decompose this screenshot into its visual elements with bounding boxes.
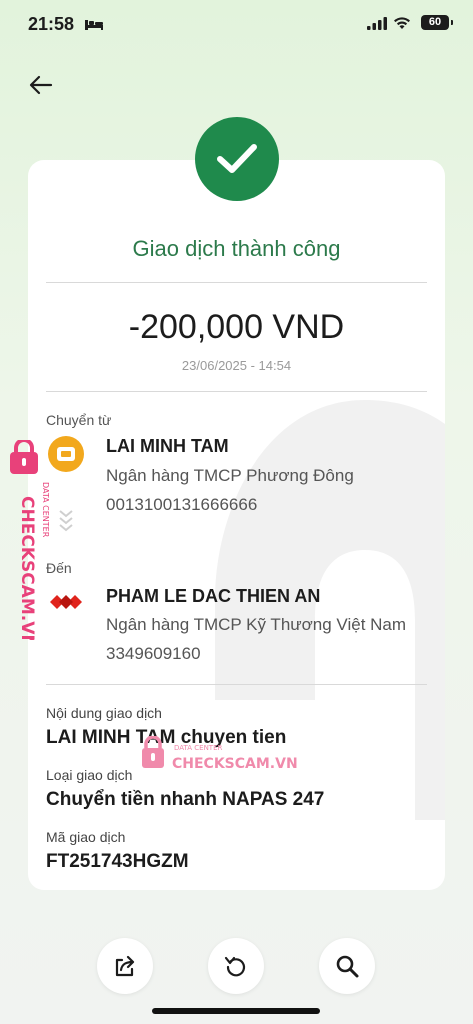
success-badge bbox=[195, 117, 279, 201]
receiver-bank: Ngân hàng TMCP Kỹ Thương Việt Nam bbox=[106, 615, 407, 634]
code-label: Mã giao dịch bbox=[46, 829, 126, 845]
watermark-top-text: DATA CENTER bbox=[41, 482, 50, 538]
type-label: Loại giao dịch bbox=[46, 767, 133, 783]
content-label: Nội dung giao dịch bbox=[46, 705, 162, 721]
type-value: Chuyển tiền nhanh NAPAS 247 bbox=[46, 789, 325, 810]
checkscam-watermark-horizontal: DATA CENTER CHECKSCAM.VN bbox=[142, 736, 298, 772]
share-button[interactable] bbox=[97, 938, 153, 994]
sender-bank: Ngân hàng TMCP Phương Đông bbox=[106, 466, 354, 485]
chevrons-down-icon bbox=[59, 510, 73, 532]
transaction-datetime: 23/06/2025 - 14:54 bbox=[181, 358, 292, 373]
receipt-card: Giao dịch thành công -200,000 VND 23/06/… bbox=[28, 160, 445, 890]
battery-indicator: 60 bbox=[421, 15, 453, 30]
status-time: 21:58 bbox=[28, 14, 75, 34]
sender-name: LAI MINH TAM bbox=[106, 436, 229, 456]
repeat-transaction-button[interactable] bbox=[208, 938, 264, 994]
divider bbox=[46, 684, 427, 685]
repeat-icon bbox=[224, 956, 246, 977]
search-button[interactable] bbox=[319, 938, 375, 994]
receiver-name: PHAM LE DAC THIEN AN bbox=[106, 586, 321, 606]
checkscam-watermark-vertical: CHECKSCAM.VN DATA CENTER bbox=[10, 440, 50, 640]
code-value: FT251743HGZM bbox=[46, 851, 189, 872]
receiver-account: 3349609160 bbox=[106, 644, 201, 663]
sender-label: Chuyển từ bbox=[46, 412, 112, 428]
sender-account: 0013100131666666 bbox=[106, 495, 258, 514]
back-button[interactable] bbox=[26, 70, 56, 100]
home-indicator bbox=[152, 1008, 320, 1014]
search-icon bbox=[336, 955, 359, 978]
wifi-icon bbox=[394, 17, 410, 29]
status-bar: 21:58 60 bbox=[0, 0, 473, 52]
divider bbox=[46, 282, 427, 283]
watermark-bottom-text: CHECKSCAM.VN bbox=[172, 756, 298, 772]
transaction-status-title: Giao dịch thành công bbox=[132, 236, 341, 261]
signal-icon bbox=[367, 17, 387, 30]
watermark-bottom-text: CHECKSCAM.VN bbox=[17, 496, 37, 640]
watermark-top-text: DATA CENTER bbox=[174, 744, 223, 752]
arrow-left-icon bbox=[29, 75, 53, 95]
divider bbox=[46, 391, 427, 392]
share-icon bbox=[115, 955, 135, 977]
bed-icon bbox=[85, 20, 103, 30]
check-icon bbox=[217, 144, 257, 173]
transaction-amount: -200,000 VND bbox=[128, 308, 345, 346]
